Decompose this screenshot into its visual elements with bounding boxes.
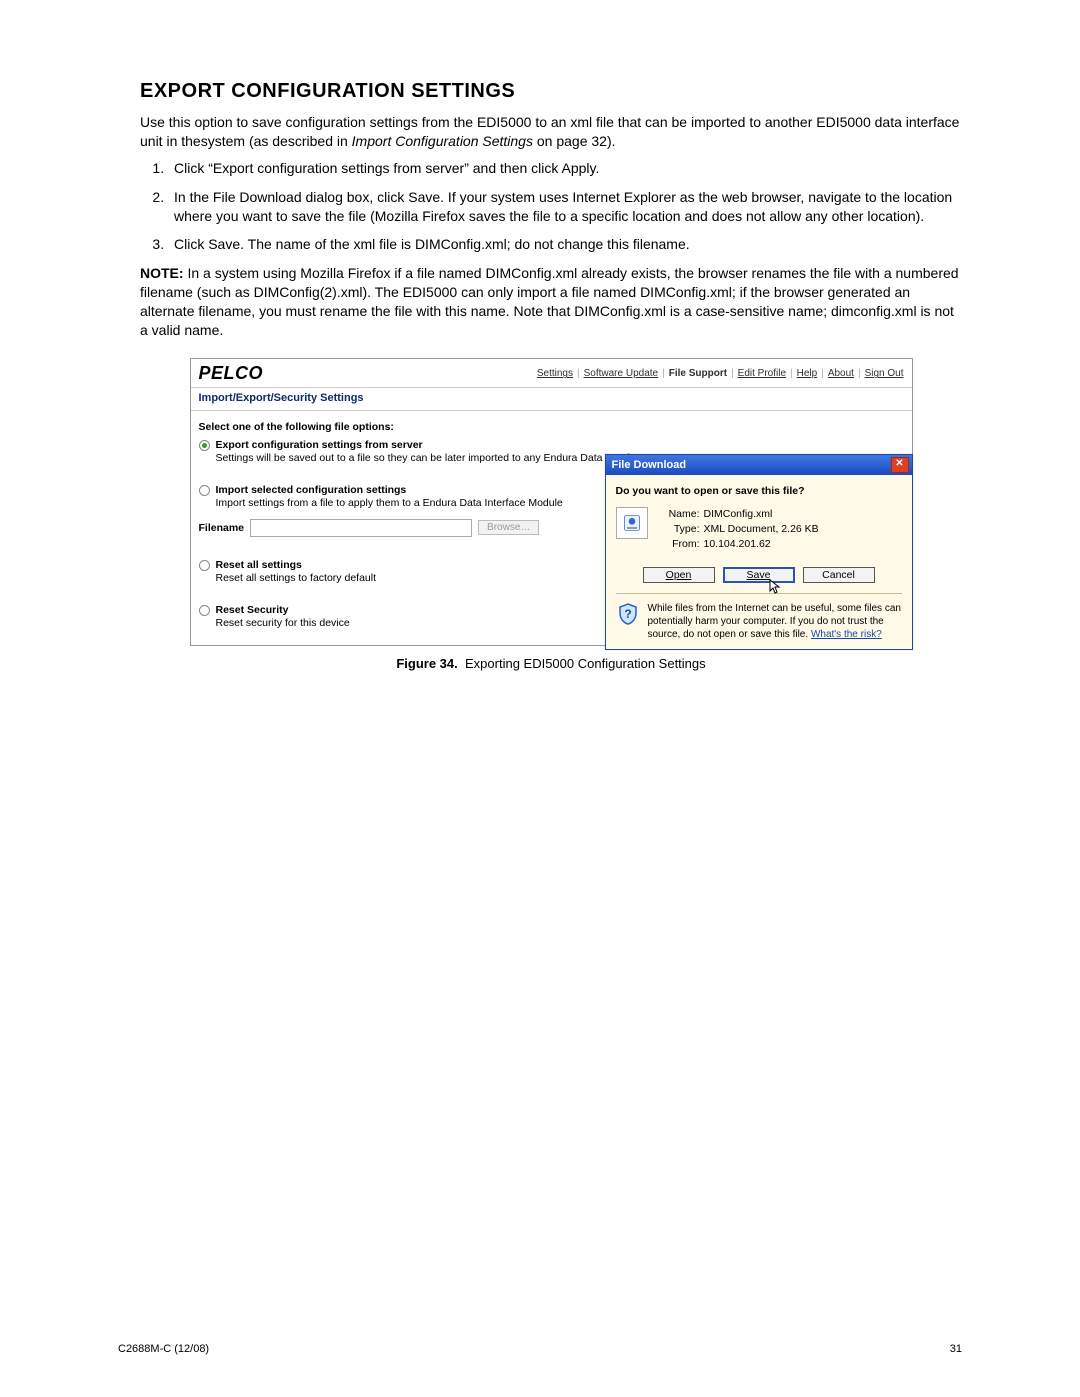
figure-caption: Figure 34. Exporting EDI5000 Configurati… [190,656,913,671]
radio-export-label[interactable]: Export configuration settings from serve… [216,439,423,451]
xml-file-icon [616,507,648,539]
dialog-file-details: Name: DIMConfig.xml Type: XML Document, 2.… [658,507,819,553]
dialog-question: Do you want to open or save this file? [616,485,902,497]
filename-label: Filename [199,522,245,534]
whats-the-risk-link[interactable]: What's the risk? [811,629,882,640]
nav-about[interactable]: About [828,368,854,379]
dialog-warning-text: While files from the Internet can be use… [648,602,902,641]
close-icon: ✕ [895,458,903,469]
options-title: Select one of the following file options… [199,421,904,433]
app-screenshot: PELCO Settings| Software Update| File Su… [190,358,913,646]
footer-doc-id: C2688M-C (12/08) [118,1343,209,1355]
intro-italic: Import Configuration Settings [352,133,533,149]
radio-reset-security-label[interactable]: Reset Security [216,604,289,616]
browse-button[interactable]: Browse… [478,520,539,535]
page-subhead: Import/Export/Security Settings [191,388,912,410]
cursor-icon [769,579,781,595]
intro-text-2: on page 32). [533,133,616,149]
radio-export[interactable] [199,440,210,451]
step-1: Click “Export configuration settings fro… [168,159,962,178]
radio-import[interactable] [199,485,210,496]
type-key: Type: [658,522,700,537]
radio-reset-all-label[interactable]: Reset all settings [216,559,302,571]
app-body: Select one of the following file options… [191,411,912,645]
footer-page-number: 31 [950,1343,962,1355]
dialog-open-button[interactable]: Open [643,567,715,583]
figure-caption-prefix: Figure 34. [396,656,457,671]
intro-paragraph: Use this option to save configuration se… [140,113,962,151]
nav-file-support[interactable]: File Support [669,368,727,379]
top-nav: Settings| Software Update| File Support|… [537,368,904,379]
note-paragraph: NOTE: In a system using Mozilla Firefox … [140,264,962,340]
pelco-logo: PELCO [199,363,264,384]
step-2: In the File Download dialog box, click S… [168,188,962,226]
step-3: Click Save. The name of the xml file is … [168,235,962,254]
page-footer: C2688M-C (12/08) 31 [118,1343,962,1355]
figure-34: PELCO Settings| Software Update| File Su… [190,358,913,671]
nav-help[interactable]: Help [797,368,818,379]
type-value: XML Document, 2.26 KB [704,523,819,535]
radio-reset-all[interactable] [199,560,210,571]
nav-sign-out[interactable]: Sign Out [865,368,904,379]
dialog-titlebar[interactable]: File Download ✕ [606,455,912,475]
figure-caption-text: Exporting EDI5000 Configuration Settings [465,656,706,671]
from-value: 10.104.201.62 [704,538,771,550]
nav-software-update[interactable]: Software Update [584,368,659,379]
note-label: NOTE: [140,265,184,281]
nav-settings[interactable]: Settings [537,368,573,379]
shield-icon: ? [616,602,640,626]
section-title: EXPORT CONFIGURATION SETTINGS [140,80,962,103]
svg-text:?: ? [624,607,631,621]
app-header: PELCO Settings| Software Update| File Su… [191,359,912,387]
dialog-title: File Download [612,459,687,471]
name-value: DIMConfig.xml [704,508,773,520]
dialog-save-button[interactable]: Save [723,567,795,583]
from-key: From: [658,537,700,552]
note-body: In a system using Mozilla Firefox if a f… [140,265,959,338]
nav-edit-profile[interactable]: Edit Profile [738,368,786,379]
radio-import-label[interactable]: Import selected configuration settings [216,484,407,496]
dialog-cancel-button[interactable]: Cancel [803,567,875,583]
file-download-dialog: File Download ✕ Do you want to open or s… [605,454,913,650]
dialog-close-button[interactable]: ✕ [891,457,909,473]
radio-reset-security[interactable] [199,605,210,616]
name-key: Name: [658,507,700,522]
steps-list: Click “Export configuration settings fro… [140,159,962,255]
filename-input[interactable] [250,519,472,537]
